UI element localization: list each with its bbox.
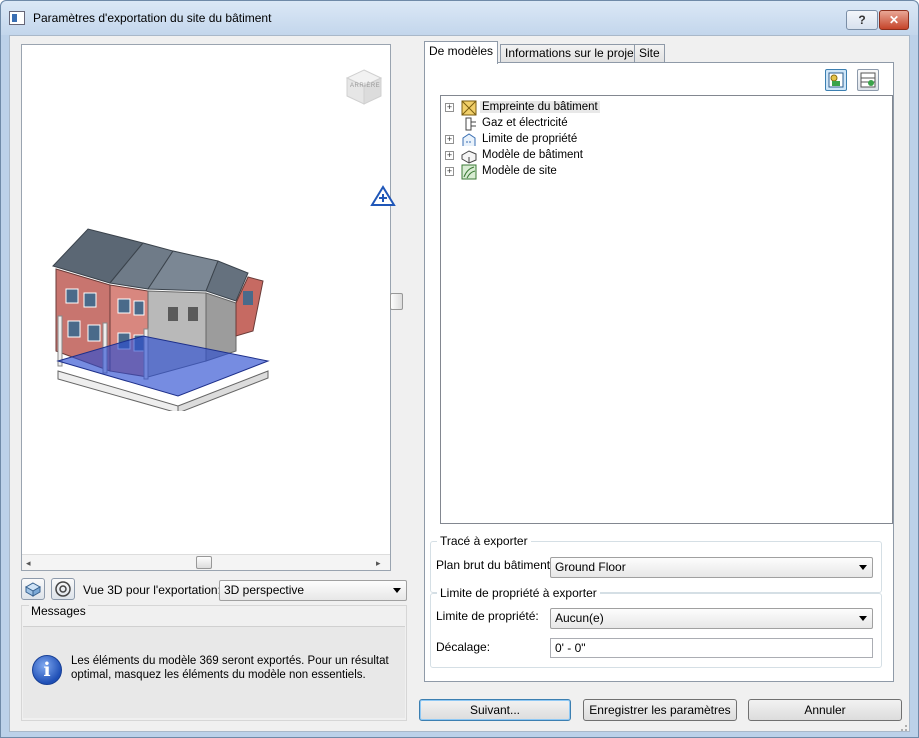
steering-wheel-button[interactable] xyxy=(51,578,75,600)
tab-panel-de-modeles: + Empreinte du bâtiment Gaz et électrici xyxy=(424,62,894,682)
tree-item-limite[interactable]: + Limite de propriété xyxy=(441,132,891,148)
expand-icon[interactable]: + xyxy=(445,151,454,160)
tab-informations-projet[interactable]: Informations sur le projet xyxy=(500,44,643,63)
plan-value: Ground Floor xyxy=(555,560,626,574)
view-3d-select[interactable]: 3D perspective xyxy=(219,580,407,601)
plan-label: Plan brut du bâtiment: xyxy=(436,558,554,572)
tree-item-label: Empreinte du bâtiment xyxy=(480,101,600,113)
tab-site[interactable]: Site xyxy=(634,44,665,63)
tree-item-batiment[interactable]: + Modèle de bâtiment xyxy=(441,148,891,164)
title-bar: Paramètres d'exportation du site du bâti… xyxy=(1,1,918,35)
3d-preview-viewport[interactable]: ARRIÈRE ◂ ▸ xyxy=(21,44,403,571)
app-icon xyxy=(9,11,25,25)
navigation-bar-icon[interactable] xyxy=(370,185,396,207)
message-text: Les éléments du modèle 369 seront export… xyxy=(71,655,389,681)
close-button[interactable]: ✕ xyxy=(879,10,909,30)
dialog-window: Paramètres d'exportation du site du bâti… xyxy=(0,0,919,738)
chevron-down-icon xyxy=(859,565,867,570)
settings-button[interactable] xyxy=(857,69,879,91)
window-title: Paramètres d'exportation du site du bâti… xyxy=(33,11,272,25)
save-settings-button[interactable]: Enregistrer les paramètres xyxy=(583,699,737,721)
viewcube-label: ARRIÈRE xyxy=(350,83,381,89)
building-model-icon xyxy=(461,150,477,164)
scroll-left-arrow-icon[interactable]: ◂ xyxy=(26,557,31,569)
steering-wheel-icon xyxy=(55,581,71,597)
tab-de-modeles[interactable]: De modèles xyxy=(424,41,499,64)
settings-table-icon xyxy=(860,72,876,88)
building-display-icon xyxy=(828,72,844,88)
plan-select[interactable]: Ground Floor xyxy=(550,557,873,578)
horizontal-scrollbar[interactable]: ◂ ▸ xyxy=(22,554,390,570)
show-selected-button[interactable] xyxy=(825,69,847,91)
tab-strip: De modèles Informations sur le projet Si… xyxy=(424,41,904,64)
view-selection-row: Vue 3D pour l'exportation: 3D perspectiv… xyxy=(21,578,411,604)
resize-grip-icon[interactable] xyxy=(898,722,908,732)
expand-icon[interactable]: + xyxy=(445,103,454,112)
cube-icon xyxy=(24,582,42,597)
tree-item-empreinte[interactable]: + Empreinte du bâtiment xyxy=(441,100,891,116)
property-limit-legend: Limite de propriété à exporter xyxy=(437,586,600,600)
view-3d-value: 3D perspective xyxy=(224,583,305,597)
vertical-scroll-thumb[interactable] xyxy=(390,293,403,310)
help-button[interactable]: ? xyxy=(846,10,878,30)
tree-item-label: Gaz et électricité xyxy=(482,117,568,129)
cancel-button[interactable]: Annuler xyxy=(748,699,902,721)
offset-label: Décalage: xyxy=(436,640,491,654)
horizontal-scroll-thumb[interactable] xyxy=(196,556,212,569)
site-model-icon xyxy=(461,164,477,180)
property-limit-select[interactable]: Aucun(e) xyxy=(550,608,873,629)
view-3d-label: Vue 3D pour l'exportation: xyxy=(83,583,221,597)
tree-item-site[interactable]: + Modèle de site xyxy=(441,164,891,180)
trace-legend: Tracé à exporter xyxy=(437,534,531,548)
tree-item-label: Modèle de bâtiment xyxy=(482,149,584,161)
messages-legend: Messages xyxy=(29,604,88,618)
next-button[interactable]: Suivant... xyxy=(419,699,571,721)
scroll-right-arrow-icon[interactable]: ▸ xyxy=(376,557,381,569)
tree-item-label: Modèle de site xyxy=(482,165,557,177)
expand-icon[interactable]: + xyxy=(445,167,454,176)
chevron-down-icon xyxy=(393,588,401,593)
property-limit-label: Limite de propriété: xyxy=(436,609,539,623)
property-line-icon xyxy=(462,133,476,146)
building-model-image xyxy=(48,221,278,414)
info-icon: i xyxy=(32,655,62,685)
tree-item-label: Limite de propriété xyxy=(482,133,578,145)
expand-icon[interactable]: + xyxy=(445,135,454,144)
offset-input[interactable]: 0' - 0" xyxy=(550,638,873,658)
viewcube-icon[interactable]: ARRIÈRE xyxy=(344,67,384,107)
chevron-down-icon xyxy=(859,616,867,621)
dialog-body: ARRIÈRE ◂ ▸ Vue 3D pour l'exportation: 3… xyxy=(9,35,910,732)
model-tree[interactable]: + Empreinte du bâtiment Gaz et électrici xyxy=(440,95,893,524)
utility-pipe-icon xyxy=(465,117,476,131)
messages-panel: i Les éléments du modèle 369 seront expo… xyxy=(23,626,405,718)
tree-item-gaz[interactable]: Gaz et électricité xyxy=(441,116,891,132)
messages-group: Messages i Les éléments du modèle 369 se… xyxy=(21,604,407,721)
property-limit-value: Aucun(e) xyxy=(555,611,604,625)
footprint-icon xyxy=(461,100,477,116)
view-cube-toggle-button[interactable] xyxy=(21,578,45,600)
